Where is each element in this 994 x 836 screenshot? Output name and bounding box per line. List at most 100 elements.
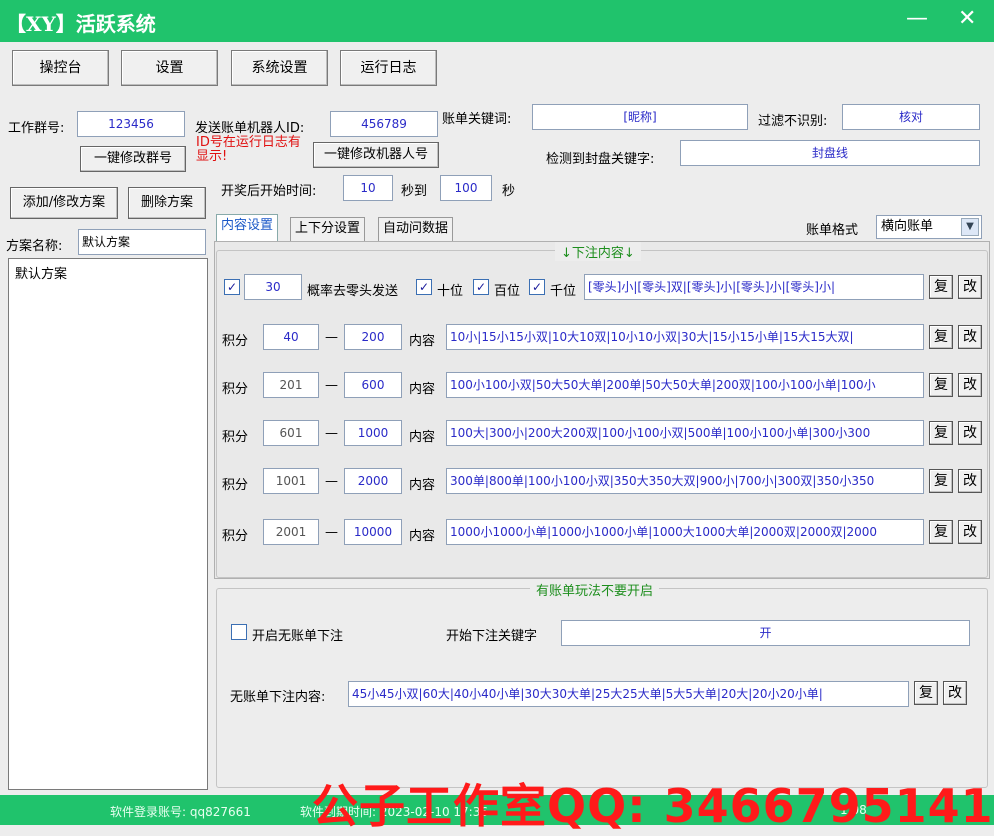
copy-button[interactable]: 复 [929, 520, 953, 544]
score-from-input[interactable]: 201 [263, 372, 319, 398]
dash-label: — [325, 525, 338, 540]
sec-label: 秒 [502, 184, 516, 199]
edit-button[interactable]: 改 [958, 275, 982, 299]
close-button[interactable]: ✕ [958, 6, 976, 31]
edit-button[interactable]: 改 [958, 421, 982, 445]
copy-button[interactable]: 复 [914, 681, 938, 705]
copy-button[interactable]: 复 [929, 275, 953, 299]
no-bill-content-input[interactable]: 45小45小双|60大|40小40小单|30大30大单|25大25大单|5大5大… [348, 681, 909, 707]
dash-label: — [325, 474, 338, 489]
title-bar: 【XY】活跃系统 — ✕ [0, 0, 994, 42]
score-to-input[interactable]: 2000 [344, 468, 402, 494]
ten-digit-label: 十位 [437, 284, 464, 299]
list-item[interactable]: 默认方案 [9, 259, 207, 286]
probability-input[interactable]: 30 [244, 274, 302, 300]
seal-keyword-input[interactable]: 封盘线 [680, 140, 980, 166]
score-from-input[interactable]: 2001 [263, 519, 319, 545]
edit-button[interactable]: 改 [958, 325, 982, 349]
content-label: 内容 [409, 382, 436, 397]
edit-button[interactable]: 改 [958, 469, 982, 493]
bot-id-note: ID号在运行日志有显示! [196, 135, 301, 164]
score-from-input[interactable]: 601 [263, 420, 319, 446]
scheme-name-input[interactable]: 默认方案 [78, 229, 206, 255]
score-to-input[interactable]: 200 [344, 324, 402, 350]
modify-bot-button[interactable]: 一键修改机器人号 [313, 142, 439, 168]
bill-format-value: 横向账单 [881, 219, 934, 234]
copy-button[interactable]: 复 [929, 373, 953, 397]
sec-to-label: 秒到 [401, 184, 428, 199]
bot-id-label: 发送账单机器人ID: [195, 121, 305, 136]
tab-auto-query[interactable]: 自动问数据 [378, 217, 454, 241]
hundred-digit-checkbox[interactable]: ✓ [473, 279, 489, 295]
edit-button[interactable]: 改 [958, 520, 982, 544]
scheme-list[interactable]: 默认方案 [8, 258, 208, 790]
score-content-input[interactable]: 10小|15小15小双|10大10双|10小10小双|30大|15小15小单|1… [446, 324, 924, 350]
dash-label: — [325, 330, 338, 345]
login-account-text: 软件登录账号: qq827661 [110, 805, 251, 819]
score-to-input[interactable]: 10000 [344, 519, 402, 545]
score-to-input[interactable]: 1000 [344, 420, 402, 446]
settings-button[interactable]: 设置 [121, 50, 218, 86]
edit-button[interactable]: 改 [958, 373, 982, 397]
bet-keyword-input[interactable]: 开 [561, 620, 970, 646]
minimize-button[interactable]: — [906, 6, 928, 31]
bet-content-title: ↓下注内容↓ [555, 242, 641, 261]
score-from-input[interactable]: 40 [263, 324, 319, 350]
hundred-digit-label: 百位 [494, 284, 521, 299]
thousand-digit-label: 千位 [550, 284, 577, 299]
seal-keyword-label: 检测到封盘关键字: [546, 152, 655, 167]
content-label: 内容 [409, 478, 436, 493]
score-label: 积分 [222, 478, 249, 493]
work-group-input[interactable]: 123456 [77, 111, 185, 137]
system-settings-button[interactable]: 系统设置 [231, 50, 328, 86]
bill-format-select[interactable]: 横向账单 ▼ [876, 215, 982, 239]
edit-button[interactable]: 改 [943, 681, 967, 705]
copy-button[interactable]: 复 [929, 469, 953, 493]
content-label: 内容 [409, 334, 436, 349]
score-from-input[interactable]: 1001 [263, 468, 319, 494]
start-time-label: 开奖后开始时间: [221, 184, 317, 199]
dash-label: — [325, 378, 338, 393]
watermark-text: 公子工作室QQ: 3466795141 [312, 779, 994, 833]
no-bill-content-label: 无账单下注内容: [230, 690, 326, 705]
tab-content-settings[interactable]: 内容设置 [216, 214, 279, 242]
enable-no-bill-checkbox[interactable] [231, 624, 247, 640]
filter-input[interactable]: 核对 [842, 104, 980, 130]
enable-no-bill-label: 开启无账单下注 [252, 629, 344, 644]
remainder-content-input[interactable]: [零头]小|[零头]双|[零头]小|[零头]小|[零头]小| [584, 274, 924, 300]
run-log-button[interactable]: 运行日志 [340, 50, 437, 86]
bill-keyword-input[interactable]: [昵称] [532, 104, 748, 130]
dash-label: — [325, 426, 338, 441]
score-label: 积分 [222, 334, 249, 349]
start-time-to-input[interactable]: 100 [440, 175, 492, 201]
probability-label: 概率去零头发送 [307, 284, 399, 299]
chevron-down-icon[interactable]: ▼ [961, 218, 979, 236]
add-scheme-button[interactable]: 添加/修改方案 [10, 187, 118, 219]
tab-up-down-settings[interactable]: 上下分设置 [290, 217, 366, 241]
copy-button[interactable]: 复 [929, 421, 953, 445]
score-content-input[interactable]: 100小100小双|50大50大单|200单|50大50大单|200双|100小… [446, 372, 924, 398]
modify-group-button[interactable]: 一键修改群号 [80, 146, 186, 172]
thousand-digit-checkbox[interactable]: ✓ [529, 279, 545, 295]
content-label: 内容 [409, 529, 436, 544]
score-to-input[interactable]: 600 [344, 372, 402, 398]
bot-id-input[interactable]: 456789 [330, 111, 438, 137]
bill-keyword-label: 账单关键词: [442, 112, 512, 127]
work-group-label: 工作群号: [8, 121, 65, 136]
filter-label: 过滤不识别: [758, 114, 828, 129]
content-label: 内容 [409, 430, 436, 445]
ten-digit-checkbox[interactable]: ✓ [416, 279, 432, 295]
probability-checkbox[interactable]: ✓ [224, 279, 240, 295]
start-time-from-input[interactable]: 10 [343, 175, 393, 201]
score-content-input[interactable]: 300单|800单|100小100小双|350大350大双|900小|700小|… [446, 468, 924, 494]
no-bill-group-title: 有账单玩法不要开启 [530, 580, 660, 599]
bill-format-label: 账单格式 [806, 223, 859, 238]
score-label: 积分 [222, 529, 249, 544]
score-content-input[interactable]: 100大|300小|200大200双|100小100小双|500单|100小10… [446, 420, 924, 446]
score-content-input[interactable]: 1000小1000小单|1000小1000小单|1000大1000大单|2000… [446, 519, 924, 545]
window-title: 【XY】活跃系统 [6, 12, 156, 36]
copy-button[interactable]: 复 [929, 325, 953, 349]
delete-scheme-button[interactable]: 删除方案 [128, 187, 206, 219]
control-panel-button[interactable]: 操控台 [12, 50, 109, 86]
score-label: 积分 [222, 430, 249, 445]
